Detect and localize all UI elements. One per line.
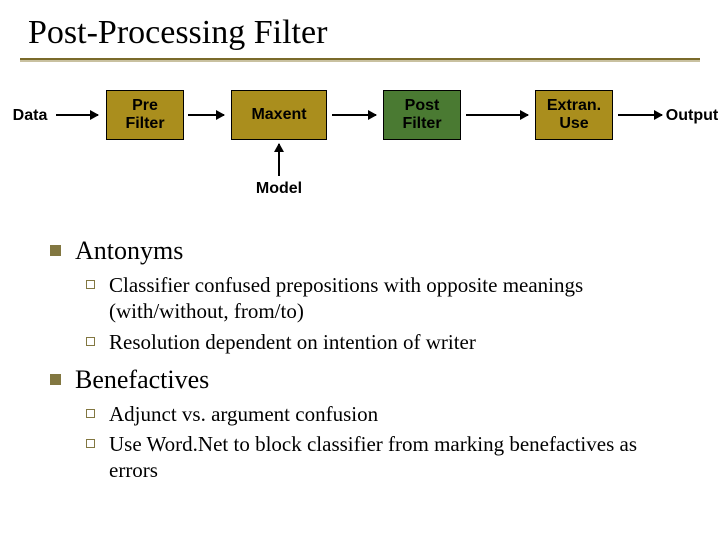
arrow-up-icon (278, 144, 280, 176)
list-item: Use Word.Net to block classifier from ma… (86, 431, 690, 484)
title-underline (20, 58, 700, 60)
arrow-icon (56, 114, 98, 116)
extran-box: Extran. Use (535, 90, 613, 140)
prefilter-label: Pre Filter (125, 97, 164, 132)
section-benefactives: Benefactives Adjunct vs. argument confus… (50, 365, 690, 484)
prefilter-box: Pre Filter (106, 90, 184, 140)
maxent-label: Maxent (251, 106, 306, 124)
slide-title: Post-Processing Filter (0, 0, 720, 58)
postfilter-label: Post Filter (402, 97, 441, 132)
output-label: Output (664, 107, 720, 125)
list-item-text: Resolution dependent on intention of wri… (109, 329, 476, 355)
square-bullet-icon (50, 374, 61, 385)
maxent-box: Maxent (231, 90, 327, 140)
content-area: Antonyms Classifier confused preposition… (0, 232, 720, 484)
arrow-icon (332, 114, 376, 116)
arrow-icon (188, 114, 224, 116)
square-bullet-icon (50, 245, 61, 256)
section-heading: Benefactives (75, 365, 209, 395)
list-item-text: Classifier confused prepositions with op… (109, 272, 690, 325)
list-item: Adjunct vs. argument confusion (86, 401, 690, 427)
list-item-text: Adjunct vs. argument confusion (109, 401, 378, 427)
arrow-icon (618, 114, 662, 116)
list-item: Resolution dependent on intention of wri… (86, 329, 690, 355)
hollow-square-bullet-icon (86, 337, 95, 346)
hollow-square-bullet-icon (86, 439, 95, 448)
data-label: Data (6, 107, 54, 125)
list-item: Classifier confused prepositions with op… (86, 272, 690, 325)
pipeline-diagram: Data Pre Filter Maxent Post Filter Extra… (0, 72, 720, 232)
section-antonyms: Antonyms Classifier confused preposition… (50, 236, 690, 355)
hollow-square-bullet-icon (86, 409, 95, 418)
arrow-icon (466, 114, 528, 116)
list-item-text: Use Word.Net to block classifier from ma… (109, 431, 690, 484)
postfilter-box: Post Filter (383, 90, 461, 140)
section-heading: Antonyms (75, 236, 183, 266)
hollow-square-bullet-icon (86, 280, 95, 289)
extran-label: Extran. Use (547, 97, 601, 132)
model-label: Model (247, 180, 311, 198)
